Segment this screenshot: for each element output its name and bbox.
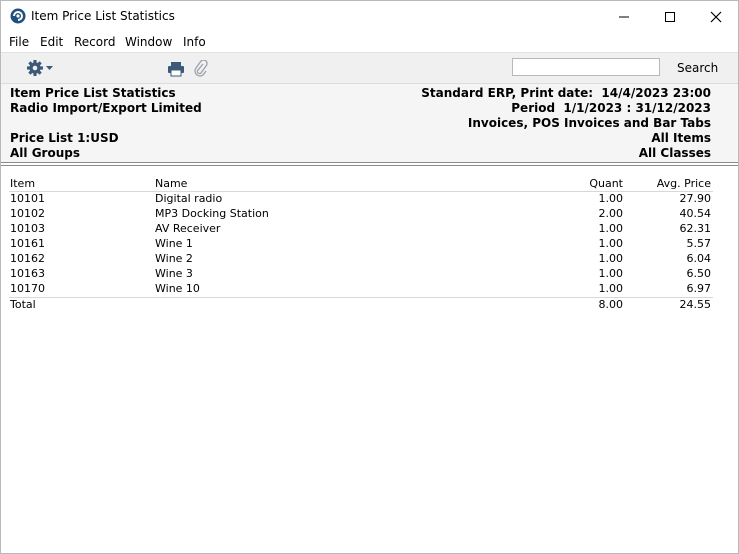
period-label: Period 1/1/2023 : 31/12/2023 [511,101,711,115]
item-name: Digital radio [155,192,223,205]
item-name: Wine 10 [155,282,200,295]
item-code: 10102 [10,207,45,220]
item-name: Wine 1 [155,237,193,250]
printer-icon[interactable] [167,61,185,77]
item-code: 10162 [10,252,45,265]
report-header: Item Price List Statistics Radio Import/… [1,83,738,163]
menu-bar: File Edit Record Window Info [1,32,738,52]
minimize-icon [619,16,629,18]
item-code: 10161 [10,237,45,250]
maximize-icon [665,12,675,22]
menu-file[interactable]: File [9,35,29,49]
chevron-down-icon [46,66,53,70]
item-quant: 1.00 [598,267,624,280]
item-code: 10103 [10,222,45,235]
item-name: Wine 2 [155,252,193,265]
maximize-button[interactable] [647,1,693,32]
gear-icon[interactable] [26,59,56,77]
item-code: 10101 [10,192,45,205]
item-quant: 1.00 [598,192,624,205]
price-list-label: Price List 1:USD [10,131,119,145]
classes-label: All Classes [638,146,711,160]
items-label: All Items [651,131,711,145]
column-header-quant: Quant [589,177,623,190]
item-avg-price: 6.50 [686,267,712,280]
menu-info[interactable]: Info [183,35,206,49]
item-quant: 1.00 [598,222,624,235]
search-input[interactable] [512,58,660,76]
total-avg-price: 24.55 [679,298,712,311]
menu-edit[interactable]: Edit [40,35,63,49]
total-quant: 8.00 [598,298,624,311]
column-header-item: Item [10,177,36,190]
header-divider [1,165,738,166]
title-bar: Item Price List Statistics [1,1,738,32]
item-code: 10170 [10,282,45,295]
item-avg-price: 27.90 [679,192,712,205]
item-quant: 1.00 [598,252,624,265]
item-avg-price: 5.57 [686,237,712,250]
minimize-button[interactable] [601,1,647,32]
item-avg-price: 6.04 [686,252,712,265]
item-avg-price: 62.31 [679,222,712,235]
item-name: Wine 3 [155,267,193,280]
company-name: Radio Import/Export Limited [10,101,202,115]
item-avg-price: 6.97 [686,282,712,295]
item-code: 10163 [10,267,45,280]
item-quant: 1.00 [598,237,624,250]
column-header-name: Name [155,177,188,190]
print-date: Standard ERP, Print date: 14/4/2023 23:0… [421,86,711,100]
column-header-avg-price: Avg. Price [656,177,711,190]
paperclip-icon[interactable] [194,60,208,78]
close-button[interactable] [693,1,738,32]
item-quant: 2.00 [598,207,624,220]
report-title: Item Price List Statistics [10,86,176,100]
menu-window[interactable]: Window [125,35,172,49]
report-window: Item Price List Statistics File Edit Rec… [0,0,739,554]
search-button[interactable]: Search [677,61,718,75]
window-title: Item Price List Statistics [31,9,175,23]
item-avg-price: 40.54 [679,207,712,220]
header-divider [1,162,738,163]
item-name: AV Receiver [155,222,221,235]
total-label: Total [10,298,36,311]
groups-label: All Groups [10,146,80,160]
menu-record[interactable]: Record [74,35,115,49]
report-table: Item Name Quant Avg. Price 10101 Digital… [1,167,738,553]
toolbar: Search [1,52,738,84]
source-label: Invoices, POS Invoices and Bar Tabs [467,116,711,130]
close-icon [710,11,722,23]
item-quant: 1.00 [598,282,624,295]
item-name: MP3 Docking Station [155,207,269,220]
app-logo-icon [10,8,26,24]
